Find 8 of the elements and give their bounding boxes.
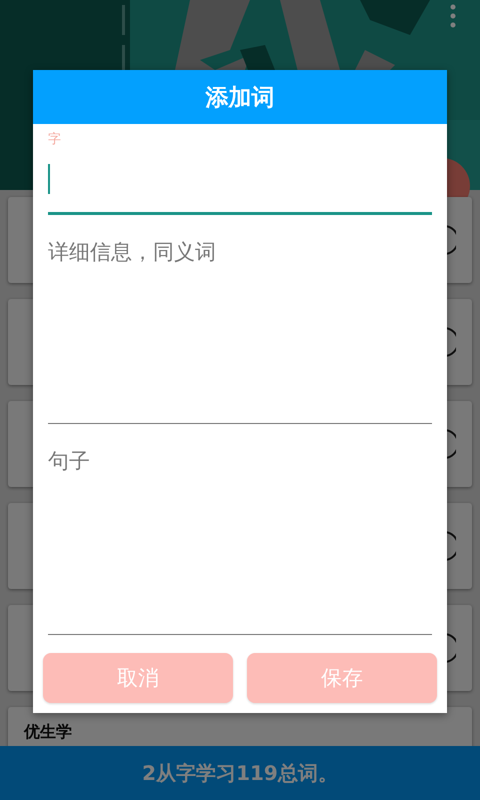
text-area-field[interactable]: 详细信息，同义词	[48, 215, 432, 424]
text-cursor	[48, 164, 50, 194]
text-area-field[interactable]: 句子	[48, 424, 432, 635]
word-count-text: 2从字学习119总词。	[142, 760, 338, 786]
dialog-title: 添加词	[206, 84, 274, 112]
more-menu-icon[interactable]	[450, 4, 456, 28]
word-title: 优生学	[24, 721, 72, 743]
field-label: 字	[48, 131, 61, 149]
